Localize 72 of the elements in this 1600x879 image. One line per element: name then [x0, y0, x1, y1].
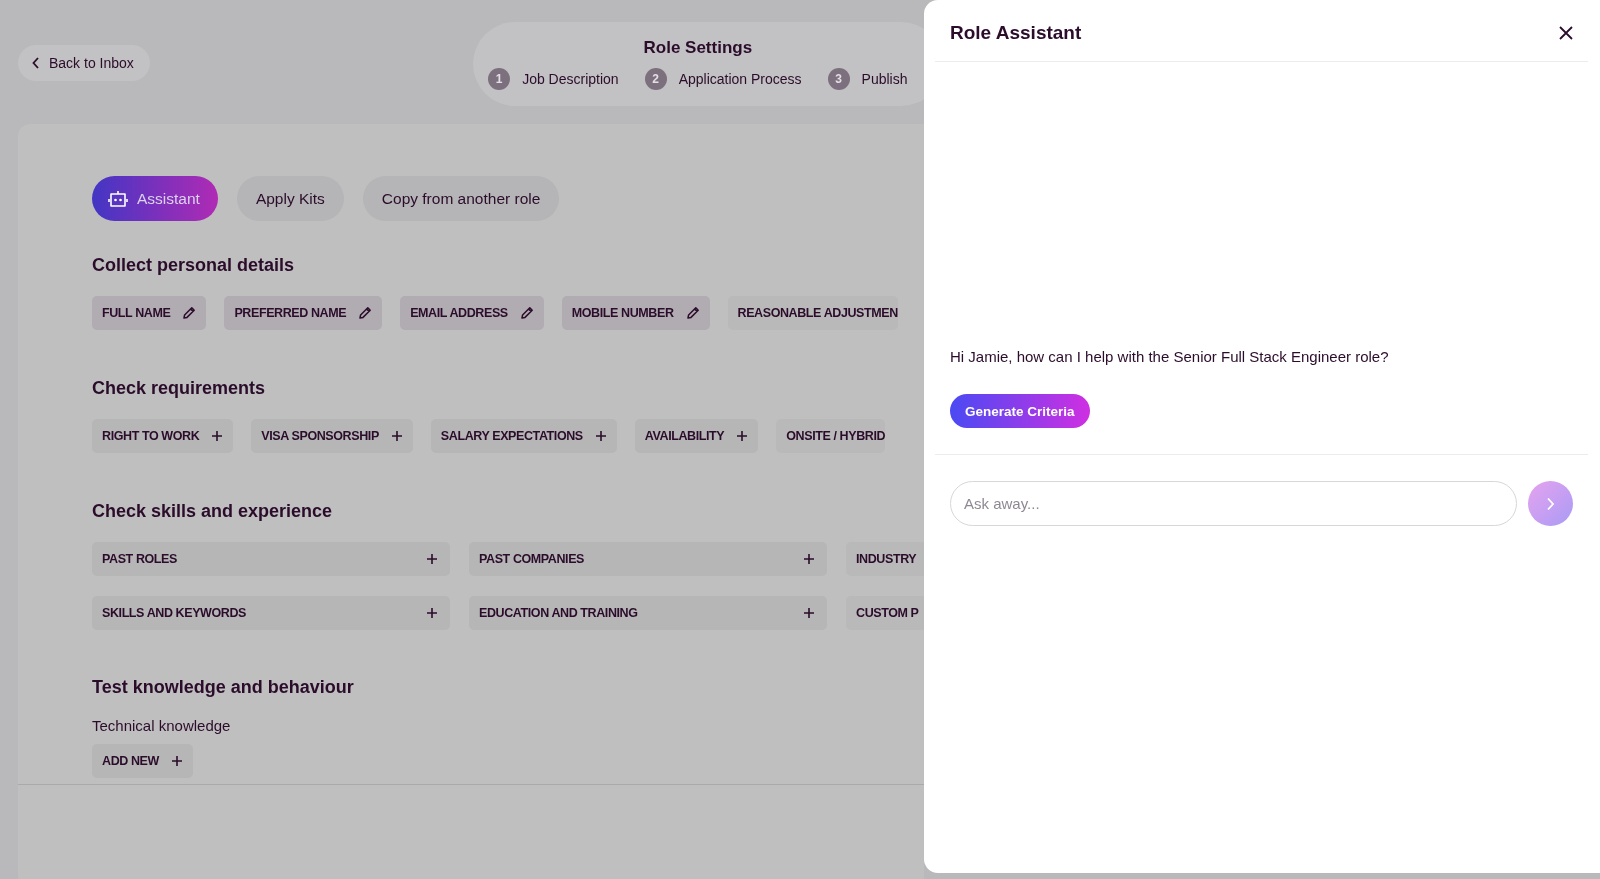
suggestion-button[interactable]: Generate Criteria [950, 394, 1090, 428]
page-title: Role Settings [643, 37, 753, 58]
section-title: Check skills and experience [92, 500, 334, 522]
chip-label: PAST COMPANIES [479, 552, 585, 566]
subsection-title: Technical knowledge [92, 717, 232, 734]
plus-icon[interactable] [426, 553, 438, 565]
chip-label: AVAILABILITY [644, 429, 725, 443]
criteria-chip[interactable]: VISA SPONSORSHIP [251, 419, 413, 453]
back-button[interactable]: Back to Inbox [18, 45, 150, 81]
chip-label: EMAIL ADDRESS [410, 306, 508, 320]
assistant-button[interactable]: Assistant [92, 176, 218, 221]
chip-label: MOBILE NUMBER [571, 306, 674, 320]
criteria-chip[interactable]: PAST COMPANIES [469, 542, 827, 576]
chip-label: REASONABLE ADJUSTMEN [737, 306, 898, 320]
chip-label: ONSITE / HYBRID [786, 429, 886, 443]
close-button[interactable] [1558, 25, 1574, 41]
step-link[interactable]: Publish [861, 70, 908, 87]
chip-label: SKILLS AND KEYWORDS [102, 606, 247, 620]
criteria-chip[interactable]: REASONABLE ADJUSTMEN [727, 296, 898, 330]
pencil-icon[interactable] [519, 306, 534, 320]
chevron-right-icon [1546, 496, 1555, 511]
chip-label: VISA SPONSORSHIP [261, 429, 379, 443]
plus-icon[interactable] [594, 430, 607, 442]
section-title: Check requirements [92, 377, 267, 399]
pencil-icon[interactable] [182, 306, 197, 320]
criteria-chip[interactable]: CUSTOM P [846, 596, 924, 630]
plus-icon[interactable] [803, 553, 815, 565]
message-input[interactable]: Ask away... [950, 481, 1517, 526]
panel-title: Role Assistant [950, 22, 1082, 44]
assistant-message: Hi Jamie, how can I help with the Senior Full Stack Engineer role? [950, 348, 1390, 365]
step-number: 3 [827, 67, 850, 90]
chip-label: PAST ROLES [102, 552, 177, 566]
chip-label: SALARY EXPECTATIONS [440, 429, 583, 443]
criteria-chip[interactable]: EMAIL ADDRESS [400, 296, 544, 330]
toolbar-button[interactable]: Apply Kits [236, 176, 344, 221]
criteria-chip[interactable]: ONSITE / HYBRID [776, 419, 886, 453]
chip-label: ADD NEW [102, 754, 159, 768]
plus-icon[interactable] [211, 430, 224, 442]
chip-label: EDUCATION AND TRAINING [479, 606, 638, 620]
toolbar-button[interactable]: Copy from another role [362, 176, 560, 221]
robot-icon [108, 189, 128, 208]
chip-label: INDUSTRY [856, 552, 917, 566]
pencil-icon[interactable] [685, 306, 700, 320]
step-number: 1 [488, 67, 511, 90]
chip-label: CUSTOM P [856, 606, 919, 620]
plus-icon[interactable] [390, 430, 403, 442]
plus-icon[interactable] [426, 607, 438, 619]
plus-icon[interactable] [170, 755, 183, 767]
chip-label: PREFERRED NAME [234, 306, 347, 320]
step-link[interactable]: Job Description [522, 70, 619, 87]
plus-icon[interactable] [736, 430, 749, 442]
plus-icon[interactable] [803, 607, 815, 619]
step-number: 2 [644, 67, 667, 90]
section-title: Test knowledge and behaviour [92, 676, 355, 698]
section-title: Collect personal details [92, 254, 296, 276]
criteria-chip[interactable]: FULL NAME [92, 296, 207, 330]
criteria-chip[interactable]: AVAILABILITY [634, 419, 759, 453]
criteria-chip[interactable]: EDUCATION AND TRAINING [469, 596, 827, 630]
close-icon [1558, 25, 1574, 41]
criteria-chip[interactable]: INDUSTRY [846, 542, 924, 576]
pencil-icon[interactable] [358, 306, 373, 320]
criteria-chip[interactable]: MOBILE NUMBER [561, 296, 710, 330]
criteria-chip[interactable]: PREFERRED NAME [224, 296, 383, 330]
criteria-chip[interactable]: ADD NEW [92, 744, 193, 778]
chip-label: FULL NAME [102, 306, 171, 320]
criteria-chip[interactable]: SALARY EXPECTATIONS [430, 419, 617, 453]
step-link[interactable]: Application Process [678, 70, 802, 87]
chip-label: RIGHT TO WORK [102, 429, 200, 443]
criteria-chip[interactable]: SKILLS AND KEYWORDS [92, 596, 450, 630]
criteria-chip[interactable]: PAST ROLES [92, 542, 450, 576]
criteria-chip[interactable]: RIGHT TO WORK [92, 419, 234, 453]
chevron-left-icon [32, 57, 40, 69]
